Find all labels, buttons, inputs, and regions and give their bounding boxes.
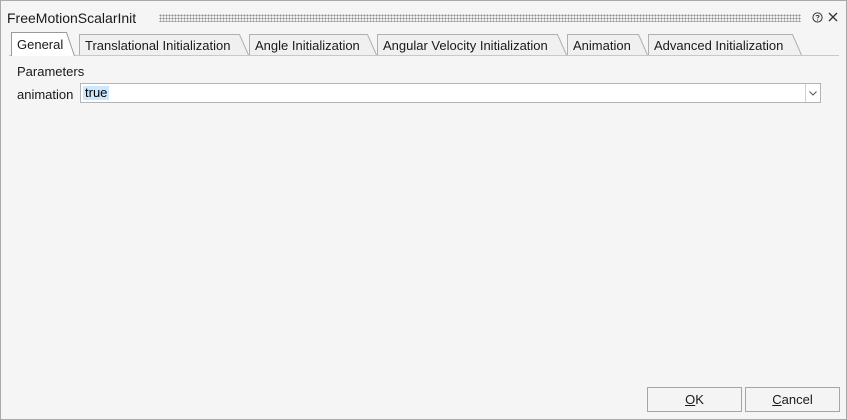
- title-bar[interactable]: FreeMotionScalarInit: [1, 1, 846, 31]
- ok-button[interactable]: OK: [647, 387, 742, 412]
- tab-animation[interactable]: Animation: [567, 34, 648, 56]
- animation-value: true: [83, 85, 110, 100]
- ok-mnemonic: O: [685, 392, 696, 407]
- tab-angular-velocity-initialization[interactable]: Angular Velocity Initialization: [377, 34, 567, 56]
- help-icon[interactable]: [811, 11, 823, 23]
- cancel-button[interactable]: Cancel: [745, 387, 840, 412]
- cancel-mnemonic: C: [772, 392, 782, 407]
- tab-translational-initialization[interactable]: Translational Initialization: [79, 34, 249, 56]
- tab-general[interactable]: General: [11, 32, 75, 57]
- window-title: FreeMotionScalarInit: [7, 10, 137, 26]
- dialog-window: FreeMotionScalarInit General Translation…: [0, 0, 847, 420]
- chevron-down-icon[interactable]: [805, 84, 820, 102]
- tab-label: Animation: [573, 38, 631, 53]
- tab-label: Angular Velocity Initialization: [383, 38, 548, 53]
- drag-grip[interactable]: [159, 14, 801, 22]
- close-icon[interactable]: [827, 11, 839, 23]
- animation-label: animation: [17, 87, 74, 102]
- tab-label: Angle Initialization: [255, 38, 360, 53]
- animation-combobox[interactable]: true: [80, 83, 821, 103]
- tab-label: Advanced Initialization: [654, 38, 784, 53]
- tab-angle-initialization[interactable]: Angle Initialization: [249, 34, 377, 56]
- parameters-heading: Parameters: [17, 64, 85, 79]
- tab-label: Translational Initialization: [85, 38, 231, 53]
- cancel-label-rest: ancel: [781, 392, 813, 407]
- tab-advanced-initialization[interactable]: Advanced Initialization: [648, 34, 802, 56]
- tab-label: General: [17, 37, 64, 52]
- ok-label-rest: K: [695, 392, 704, 407]
- tab-strip: General Translational Initialization Ang…: [9, 31, 839, 57]
